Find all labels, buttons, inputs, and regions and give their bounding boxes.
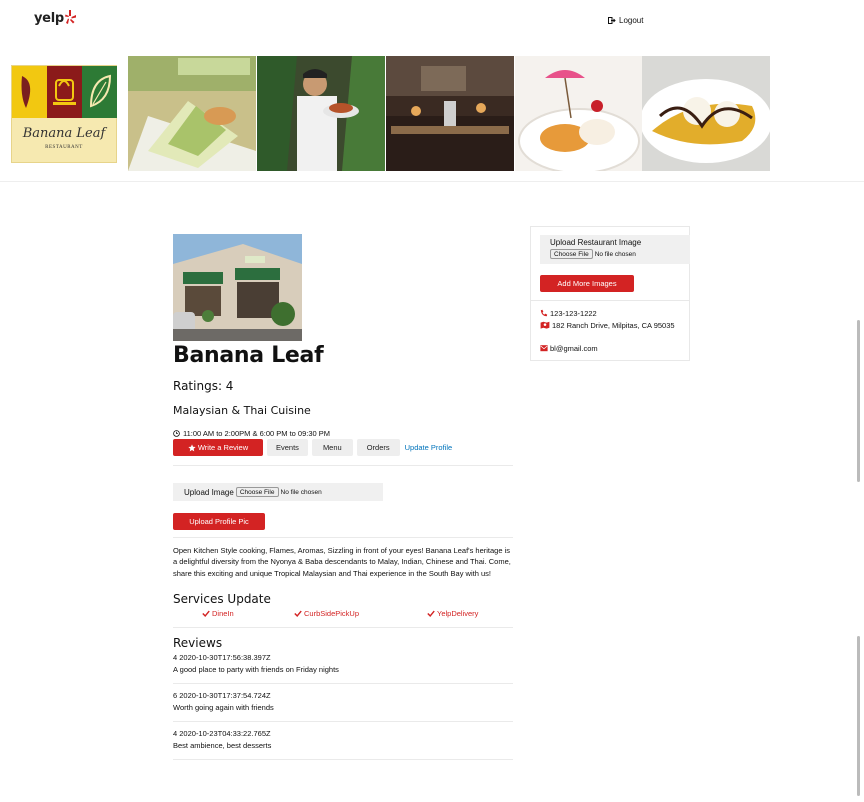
clock-icon (173, 430, 180, 437)
update-profile-link[interactable]: Update Profile (404, 443, 453, 452)
restaurant-side-card: Upload Restaurant Image Choose File No f… (530, 226, 690, 361)
divider (173, 465, 513, 466)
write-review-label: Write a Review (197, 443, 249, 452)
services-title: Services Update (173, 592, 271, 606)
service-curbside-label: CurbSidePickUp (304, 609, 360, 618)
divider (531, 300, 689, 301)
review-item: 4 2020-10-30T17:56:38.397Z A good place … (173, 652, 339, 676)
no-file-text: No file chosen (594, 250, 636, 258)
upload-restaurant-image-label: Upload Restaurant Image (550, 238, 642, 247)
no-file-text: No file chosen (280, 488, 322, 496)
address-text: 182 Ranch Drive, Milpitas, CA 95035 (552, 321, 675, 330)
contact-email: bl@gmail.com (540, 343, 598, 354)
choose-file-button[interactable]: Choose File (550, 249, 593, 259)
divider (173, 759, 513, 760)
upload-profile-pic-button[interactable]: Upload Profile Pic (173, 513, 265, 530)
orders-button[interactable]: Orders (356, 439, 400, 456)
service-yelpdelivery-label: YelpDelivery (437, 609, 479, 618)
review-meta: 4 2020-10-23T04:33:22.765Z (173, 729, 271, 738)
review-meta: 4 2020-10-30T17:56:38.397Z (173, 653, 271, 662)
yelp-burst-icon (64, 9, 76, 24)
divider (173, 683, 513, 684)
logout-link[interactable]: Logout (608, 16, 643, 25)
banner-photo-dessert[interactable] (515, 56, 643, 171)
phone-icon (540, 309, 548, 317)
scrollbar-thumb-secondary[interactable] (857, 636, 860, 796)
email-text: bl@gmail.com (550, 344, 598, 353)
logout-icon (608, 17, 616, 24)
banner-photo-kitchen[interactable] (386, 56, 514, 171)
banner-photo-chef[interactable] (257, 56, 385, 171)
brand-text: yelp (34, 11, 64, 26)
check-icon (427, 610, 435, 617)
service-dinein-label: DineIn (212, 609, 234, 618)
divider (173, 721, 513, 722)
review-meta: 6 2020-10-30T17:37:54.724Z (173, 691, 271, 700)
service-dinein: DineIn (202, 609, 234, 618)
divider (173, 537, 513, 538)
restaurant-name: Banana Leaf (173, 343, 324, 368)
write-review-button[interactable]: Write a Review (173, 439, 263, 456)
upload-image-label: Upload Image (184, 487, 234, 497)
image-banner: Banana Leaf RESTAURANT (0, 52, 864, 182)
restaurant-image-upload-panel: Upload Restaurant Image Choose File No f… (540, 235, 690, 264)
restaurant-logo: Banana Leaf RESTAURANT (11, 65, 117, 163)
logout-label: Logout (619, 16, 644, 25)
review-text: Worth going again with friends (173, 703, 274, 712)
add-more-images-button[interactable]: Add More Images (540, 275, 634, 292)
contact-phone: 123-123-1222 (540, 308, 597, 319)
reviews-title: Reviews (173, 636, 223, 650)
yelp-logo[interactable]: yelp (34, 9, 76, 26)
menu-button[interactable]: Menu (311, 439, 353, 456)
service-curbside: CurbSidePickUp (294, 609, 359, 618)
choose-file-button[interactable]: Choose File (235, 487, 279, 497)
review-item: 4 2020-10-23T04:33:22.765Z Best ambience… (173, 728, 271, 752)
phone-text: 123-123-1222 (550, 309, 597, 318)
review-item: 6 2020-10-30T17:37:54.724Z Worth going a… (173, 690, 274, 714)
star-icon (188, 443, 196, 451)
check-icon (294, 610, 302, 617)
divider (173, 627, 513, 628)
top-nav: yelp Logout (0, 0, 864, 40)
scrollbar-thumb[interactable] (857, 320, 860, 482)
review-text: Best ambience, best desserts (173, 741, 272, 750)
restaurant-ratings: Ratings: 4 (173, 379, 234, 393)
banner-photo-banana-dessert[interactable] (642, 56, 770, 171)
logo-sub-text: RESTAURANT (45, 145, 83, 150)
profile-upload-panel: Upload Image Choose File No file chosen (173, 483, 383, 501)
restaurant-photo (173, 234, 302, 341)
check-icon (202, 610, 210, 617)
events-button[interactable]: Events (267, 439, 308, 456)
map-icon (540, 321, 550, 329)
contact-address: 182 Ranch Drive, Milpitas, CA 95035 (540, 320, 680, 331)
action-bar: Write a Review Events Menu Orders Update… (173, 439, 452, 456)
review-text: A good place to party with friends on Fr… (173, 665, 339, 674)
service-yelpdelivery: YelpDelivery (427, 609, 478, 618)
logo-script-text: Banana Leaf (22, 126, 106, 141)
email-icon (540, 345, 548, 352)
opening-hours: 11:00 AM to 2:00PM & 6:00 PM to 09:30 PM (173, 429, 330, 438)
restaurant-cuisine: Malaysian & Thai Cuisine (173, 404, 311, 417)
banner-photo-spring-rolls[interactable] (128, 56, 256, 171)
restaurant-description: Open Kitchen Style cooking, Flames, Arom… (173, 546, 511, 578)
hours-text: 11:00 AM to 2:00PM & 6:00 PM to 09:30 PM (183, 429, 331, 438)
